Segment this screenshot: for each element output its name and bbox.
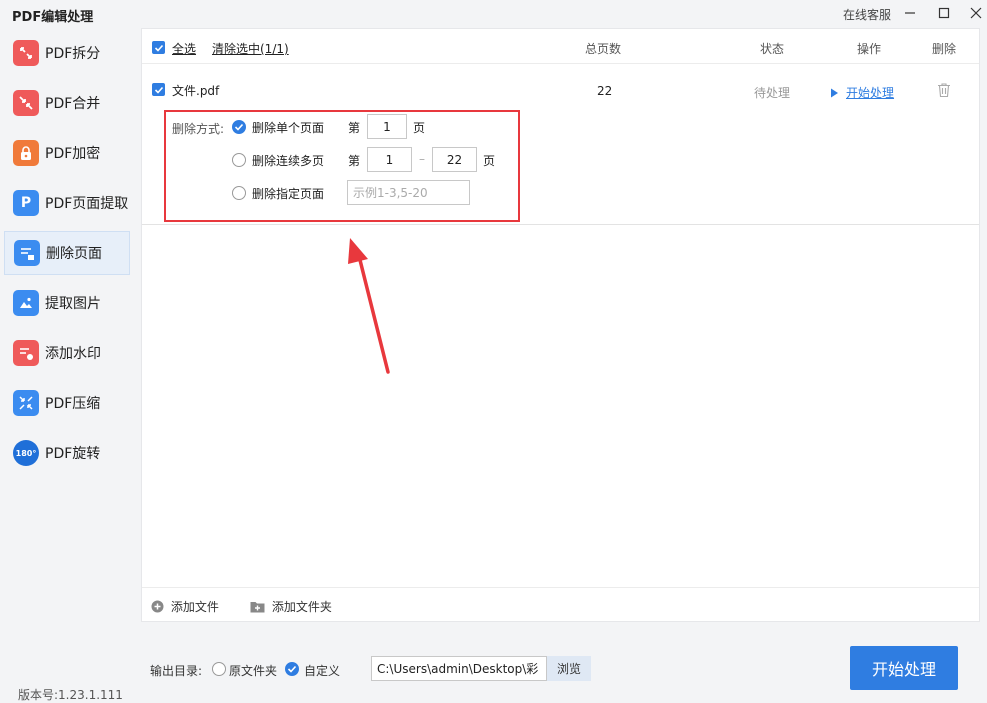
start-process-button[interactable]: 开始处理 (850, 646, 958, 690)
add-file-label: 添加文件 (170, 600, 219, 614)
play-icon (830, 87, 839, 101)
custom-folder-radio[interactable] (285, 662, 299, 676)
merge-icon (13, 90, 39, 116)
delete-range-label: 删除连续多页 (252, 154, 325, 168)
sidebar-item-label: PDF拆分 (45, 46, 101, 62)
original-folder-radio[interactable] (212, 662, 226, 676)
delete-file-button[interactable] (936, 82, 952, 101)
page-extract-icon: P (13, 190, 39, 216)
check-icon (154, 86, 163, 94)
version-label: 版本号:1.23.1.111 (18, 688, 123, 702)
delete-range-suffix: 页 (483, 154, 496, 168)
output-path-input[interactable]: C:\Users\admin\Desktop\彩 (371, 656, 547, 681)
minimize-icon (905, 12, 915, 14)
file-row-checkbox[interactable] (152, 83, 165, 96)
check-icon (287, 665, 297, 673)
header-divider (142, 63, 979, 64)
column-header-pages: 总页数 (585, 42, 622, 56)
add-circle-icon (151, 600, 164, 613)
lock-icon (13, 140, 39, 166)
file-status: 待处理 (754, 86, 791, 100)
add-file-button[interactable]: 添加文件 (151, 598, 219, 615)
specific-pages-input[interactable]: 示例1-3,5-20 (347, 180, 470, 205)
trash-icon (938, 83, 950, 98)
range-to-input[interactable]: 22 (432, 147, 477, 172)
original-folder-label: 原文件夹 (229, 664, 278, 678)
sidebar-item-label: PDF合并 (45, 96, 101, 112)
extract-image-icon (13, 290, 39, 316)
sidebar-item-label: PDF加密 (45, 146, 101, 162)
delete-single-prefix: 第 (348, 121, 361, 135)
delete-page-icon (14, 240, 40, 266)
output-label: 输出目录: (150, 664, 203, 678)
sidebar-item-pdf-encrypt[interactable]: PDF加密 (4, 131, 130, 175)
check-icon (154, 44, 163, 52)
add-folder-button[interactable]: 添加文件夹 (250, 598, 332, 615)
annotation-arrow-icon (348, 238, 390, 374)
range-from-input[interactable]: 1 (367, 147, 412, 172)
clear-selected-link[interactable]: 清除选中(1/1) (212, 40, 289, 57)
page-extract-glyph: P (20, 195, 32, 211)
compress-icon (13, 390, 39, 416)
sidebar-item-watermark[interactable]: 添加水印 (4, 331, 130, 375)
delete-range-prefix: 第 (348, 154, 361, 168)
app-title: PDF编辑处理 (12, 10, 94, 25)
browse-button[interactable]: 浏览 (547, 656, 591, 681)
column-header-action: 操作 (857, 42, 882, 56)
sidebar-item-rotate[interactable]: 180° PDF旋转 (4, 431, 130, 475)
add-folder-label: 添加文件夹 (271, 600, 332, 614)
delete-specific-label: 删除指定页面 (252, 187, 325, 201)
file-name: 文件.pdf (172, 84, 220, 98)
rotate-icon: 180° (13, 440, 39, 466)
sidebar-item-label: 提取图片 (45, 296, 101, 312)
delete-range-radio[interactable] (232, 153, 246, 167)
sidebar-item-compress[interactable]: PDF压缩 (4, 381, 130, 425)
delete-specific-radio[interactable] (232, 186, 246, 200)
row-divider (142, 224, 979, 225)
sidebar: PDF拆分 PDF合并 PDF加密 P PDF页面提取 删除页面 提取图片 添加… (0, 28, 132, 701)
sidebar-item-label: 删除页面 (46, 246, 102, 262)
check-icon (234, 123, 244, 131)
add-folder-icon (250, 602, 265, 613)
watermark-icon (13, 340, 39, 366)
delete-single-suffix: 页 (413, 121, 426, 135)
close-button[interactable] (964, 2, 987, 24)
maximize-icon (938, 7, 950, 19)
split-icon (13, 40, 39, 66)
sidebar-item-label: PDF压缩 (45, 396, 101, 412)
rotate-glyph: 180° (15, 448, 37, 458)
single-page-input[interactable]: 1 (367, 114, 407, 139)
column-header-status: 状态 (760, 42, 785, 56)
close-icon (970, 7, 982, 19)
online-service-link[interactable]: 在线客服 (843, 6, 891, 23)
sidebar-item-page-extract[interactable]: P PDF页面提取 (4, 181, 130, 225)
footer-divider (142, 587, 979, 588)
start-process-link[interactable]: 开始处理 (846, 84, 894, 101)
file-list-panel: 全选 清除选中(1/1) 总页数 状态 操作 删除 文件.pdf 22 待处理 … (141, 28, 980, 622)
sidebar-item-label: 添加水印 (45, 346, 101, 362)
select-all-link[interactable]: 全选 (172, 40, 196, 57)
delete-mode-label: 删除方式: (172, 122, 225, 136)
delete-single-label: 删除单个页面 (252, 121, 325, 135)
minimize-button[interactable] (898, 2, 922, 24)
sidebar-item-label: PDF旋转 (45, 446, 101, 462)
sidebar-item-delete-page[interactable]: 删除页面 (4, 231, 130, 275)
sidebar-item-pdf-split[interactable]: PDF拆分 (4, 31, 130, 75)
sidebar-item-pdf-merge[interactable]: PDF合并 (4, 81, 130, 125)
column-header-delete: 删除 (932, 42, 957, 56)
select-all-checkbox[interactable] (152, 41, 165, 54)
sidebar-item-extract-image[interactable]: 提取图片 (4, 281, 130, 325)
file-page-count: 22 (597, 84, 613, 98)
range-dash: – (419, 152, 425, 166)
delete-single-radio[interactable] (232, 120, 246, 134)
sidebar-item-label: PDF页面提取 (45, 196, 129, 212)
maximize-button[interactable] (932, 2, 956, 24)
custom-folder-label: 自定义 (304, 664, 341, 678)
